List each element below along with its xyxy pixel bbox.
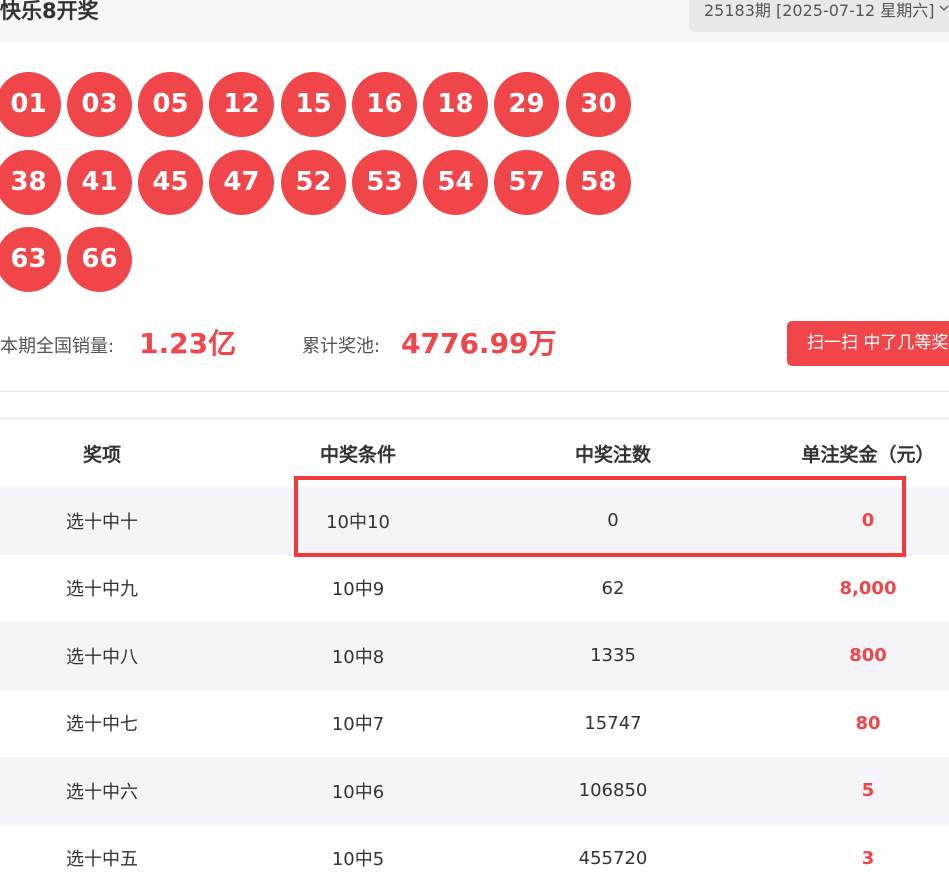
cell-count: 106850 xyxy=(578,780,648,802)
cell-item: 选十中八 xyxy=(66,646,138,668)
number-ball: 58 xyxy=(566,150,631,215)
cell-condition: 10中10 xyxy=(326,511,390,533)
header-prize: 单注奖金（元） xyxy=(801,444,935,466)
period-select-value: 25183期 [2025-07-12 星期六] xyxy=(704,1,935,20)
number-ball: 41 xyxy=(67,150,132,215)
number-ball: 66 xyxy=(67,227,132,292)
cell-prize: 80 xyxy=(855,712,881,734)
cell-count: 455720 xyxy=(578,847,648,869)
pool-label: 累计奖池: xyxy=(302,336,381,357)
cell-condition: 10中5 xyxy=(331,849,385,871)
cell-item: 选十中十 xyxy=(66,511,138,533)
table-row: 选十中七 10中7 15747 80 xyxy=(0,690,949,758)
cell-count: 62 xyxy=(601,577,625,599)
cell-item: 选十中七 xyxy=(66,714,138,736)
sales-label: 本期全国销量: xyxy=(0,336,115,357)
divider xyxy=(0,418,949,419)
number-ball: 47 xyxy=(209,150,274,215)
number-ball: 29 xyxy=(494,72,559,137)
cell-count: 15747 xyxy=(584,712,642,734)
prize-table: 奖项 中奖条件 中奖注数 单注奖金（元） 选十中十 10中10 0 0 选十中九… xyxy=(0,420,949,881)
table-row: 选十中八 10中8 1335 800 xyxy=(0,622,949,690)
pool-value: 4776.99万 xyxy=(401,327,557,360)
divider xyxy=(0,391,949,392)
header-bar: 快乐8开奖 25183期 [2025-07-12 星期六] xyxy=(0,0,949,42)
chevron-down-icon xyxy=(939,5,949,12)
scan-prize-button[interactable]: 扫一扫 中了几等奖 xyxy=(787,321,949,366)
cell-item: 选十中五 xyxy=(66,849,138,871)
table-row: 选十中六 10中6 106850 5 xyxy=(0,757,949,825)
number-ball: 63 xyxy=(0,227,61,292)
cell-item: 选十中六 xyxy=(66,781,138,803)
number-ball: 05 xyxy=(138,72,203,137)
number-ball: 18 xyxy=(423,72,488,137)
cell-condition: 10中8 xyxy=(331,646,385,668)
header-item: 奖项 xyxy=(82,444,121,466)
number-ball: 16 xyxy=(352,72,417,137)
number-ball: 45 xyxy=(138,150,203,215)
cell-prize: 800 xyxy=(849,645,887,667)
cell-item: 选十中九 xyxy=(66,579,138,601)
cell-prize: 8,000 xyxy=(839,577,897,599)
page-title: 快乐8开奖 xyxy=(0,0,99,23)
sales-value: 1.23亿 xyxy=(139,327,237,360)
table-row: 选十中五 10中5 455720 3 xyxy=(0,825,949,881)
header-count: 中奖注数 xyxy=(574,444,651,466)
period-select[interactable]: 25183期 [2025-07-12 星期六] xyxy=(689,0,949,32)
cell-count: 0 xyxy=(607,510,619,532)
table-row: 选十中九 10中9 62 8,000 xyxy=(0,555,949,623)
header-condition: 中奖条件 xyxy=(319,444,396,466)
number-ball: 53 xyxy=(352,150,417,215)
number-ball: 30 xyxy=(566,72,631,137)
cell-condition: 10中7 xyxy=(331,714,385,736)
number-ball: 57 xyxy=(494,150,559,215)
cell-count: 1335 xyxy=(590,645,636,667)
cell-condition: 10中6 xyxy=(331,781,385,803)
number-ball: 38 xyxy=(0,150,61,215)
cell-prize: 5 xyxy=(861,780,875,802)
number-ball: 15 xyxy=(281,72,346,137)
number-ball: 52 xyxy=(281,150,346,215)
number-ball: 01 xyxy=(0,72,61,137)
number-ball: 03 xyxy=(67,72,132,137)
number-ball: 12 xyxy=(209,72,274,137)
number-ball: 54 xyxy=(423,150,488,215)
cell-prize: 0 xyxy=(861,510,875,532)
lottery-result-page: 快乐8开奖 25183期 [2025-07-12 星期六] 01 03 05 1… xyxy=(0,0,949,881)
table-row: 选十中十 10中10 0 0 xyxy=(0,487,949,555)
cell-condition: 10中9 xyxy=(331,579,385,601)
cell-prize: 3 xyxy=(861,847,875,869)
table-header: 奖项 中奖条件 中奖注数 单注奖金（元） xyxy=(0,420,949,487)
